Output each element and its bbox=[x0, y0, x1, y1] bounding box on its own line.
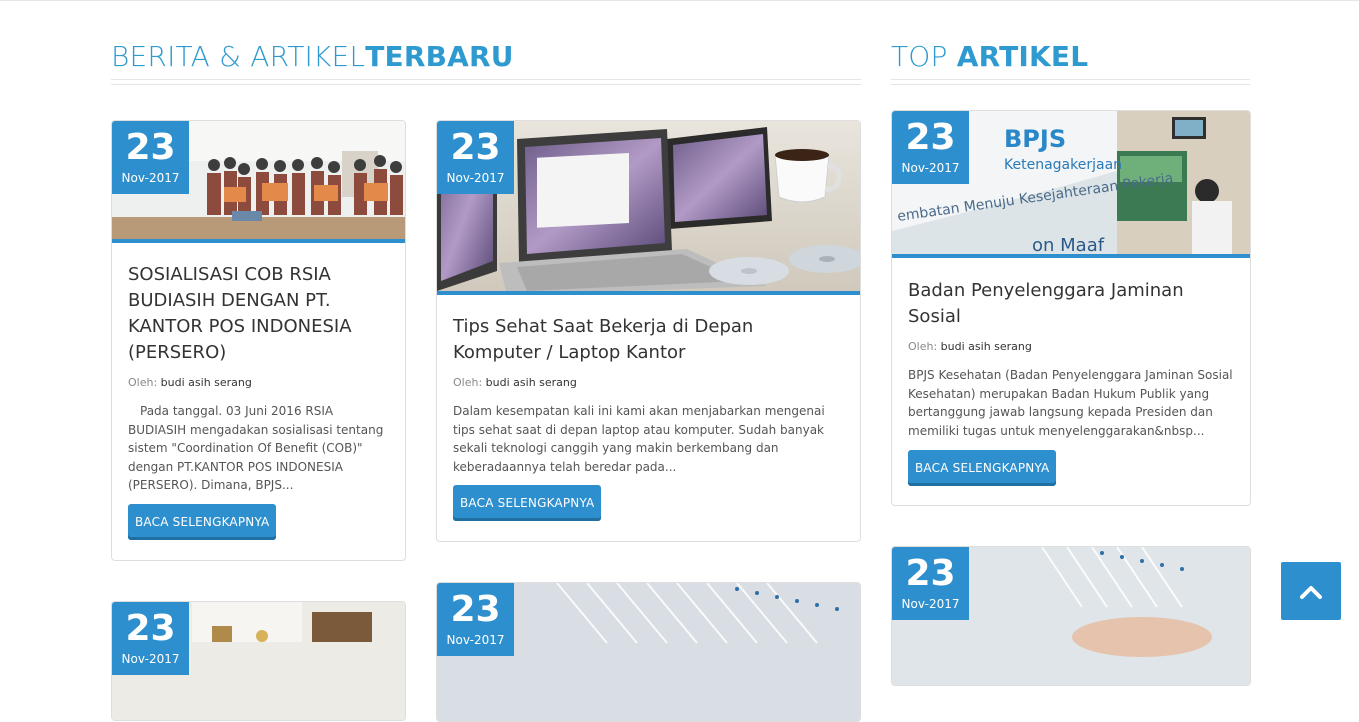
bpjs-logo-text: BPJS bbox=[1004, 125, 1066, 153]
image-sign-text: on Maaf bbox=[1032, 235, 1105, 256]
date-badge: 23 Nov-2017 bbox=[437, 583, 514, 656]
top-divider bbox=[0, 0, 1359, 1]
article-title[interactable]: Tips Sehat Saat Bekerja di Depan Kompute… bbox=[453, 314, 844, 366]
image-accent-bar bbox=[437, 291, 860, 295]
top-section-rule bbox=[891, 79, 1250, 85]
article-card: 23 Nov-2017 bbox=[436, 582, 861, 722]
article-title[interactable]: SOSIALISASI COB RSIA BUDIASIH DENGAN PT.… bbox=[128, 262, 389, 366]
article-excerpt: Dalam kesempatan kali ini kami akan menj… bbox=[453, 404, 825, 474]
date-badge: 23 Nov-2017 bbox=[892, 111, 969, 184]
read-more-button[interactable]: BACA SELENGKAPNYA bbox=[908, 450, 1057, 486]
article-card: 23 Nov-2017 SOSIALISASI COB RSIA BUDIASI… bbox=[111, 120, 406, 561]
article-card: 23 Nov-2017 Tips Sehat Saat Bekerja di D… bbox=[436, 120, 861, 542]
latest-section-rule bbox=[111, 79, 861, 85]
image-accent-bar bbox=[892, 254, 1250, 258]
read-more-button[interactable]: BACA SELENGKAPNYA bbox=[453, 485, 602, 521]
date-badge: 23 Nov-2017 bbox=[892, 547, 969, 620]
article-image[interactable]: 23 Nov-2017 bbox=[437, 583, 860, 721]
article-card: 23 Nov-2017 bbox=[111, 601, 406, 721]
date-badge: 23 Nov-2017 bbox=[112, 121, 189, 194]
article-author: Oleh: budi asih serang bbox=[908, 340, 1032, 353]
latest-section-title: BERITA & ARTIKELTERBARU bbox=[111, 40, 514, 73]
article-author: Oleh: budi asih serang bbox=[453, 376, 577, 389]
article-excerpt: BPJS Kesehatan (Badan Penyelenggara Jami… bbox=[908, 368, 1233, 438]
article-title[interactable]: Badan Penyelenggara Jaminan Sosial bbox=[908, 278, 1234, 330]
article-image[interactable]: 23 Nov-2017 bbox=[437, 121, 860, 295]
back-to-top-button[interactable] bbox=[1281, 562, 1341, 620]
top-section-title: TOP ARTIKEL bbox=[891, 40, 1089, 73]
top-article-card: 23 Nov-2017 bbox=[891, 546, 1251, 686]
article-image[interactable]: BPJS Ketenagakerjaan embatan Menuju Kese… bbox=[892, 111, 1250, 258]
read-more-button[interactable]: BACA SELENGKAPNYA bbox=[128, 503, 277, 540]
top-article-card: BPJS Ketenagakerjaan embatan Menuju Kese… bbox=[891, 110, 1251, 506]
date-badge: 23 Nov-2017 bbox=[112, 602, 189, 675]
image-accent-bar bbox=[112, 239, 405, 243]
chevron-up-icon bbox=[1300, 586, 1322, 599]
article-image[interactable]: 23 Nov-2017 bbox=[112, 121, 405, 243]
ketenagakerjaan-text: Ketenagakerjaan bbox=[1004, 157, 1122, 173]
date-badge: 23 Nov-2017 bbox=[437, 121, 514, 194]
article-excerpt: Pada tanggal. 03 Juni 2016 RSIA BUDIASIH… bbox=[128, 404, 384, 492]
article-author: Oleh: budi asih serang bbox=[128, 376, 252, 389]
article-image[interactable]: 23 Nov-2017 bbox=[892, 547, 1250, 685]
article-image[interactable]: 23 Nov-2017 bbox=[112, 602, 405, 720]
